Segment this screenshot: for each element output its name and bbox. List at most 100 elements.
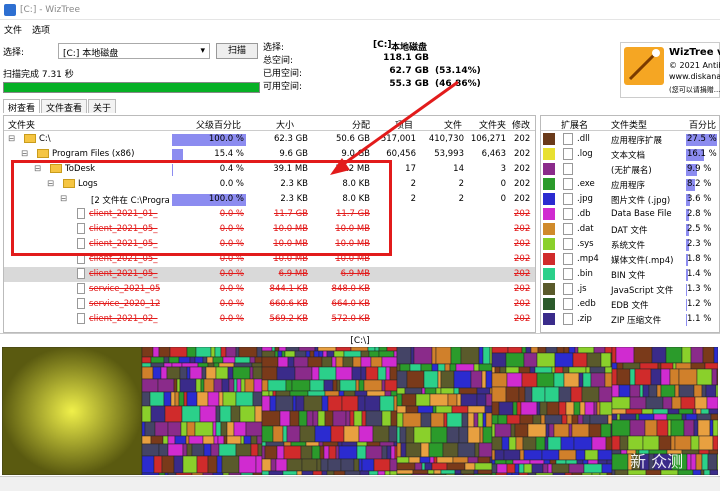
col-percent[interactable]: 百分比 [689,118,716,131]
treemap-block[interactable] [529,366,536,374]
treemap-block[interactable] [616,368,631,386]
treemap-block[interactable] [167,443,184,457]
treemap-block[interactable] [153,455,163,474]
treemap-block[interactable] [365,366,379,381]
treemap-block[interactable] [356,441,368,447]
treemap-block[interactable] [611,419,631,437]
treemap-block[interactable] [219,405,232,423]
treemap-block[interactable] [618,384,631,398]
treemap-block[interactable] [518,463,525,474]
treemap-block[interactable] [616,362,624,370]
treemap-block[interactable] [542,463,549,474]
treemap-block[interactable] [212,356,224,364]
treemap-block[interactable] [491,459,496,465]
treemap-block[interactable] [141,366,154,380]
treemap-block[interactable] [598,386,613,403]
treemap-block[interactable] [290,441,307,447]
treemap-block[interactable] [671,396,682,410]
treemap-block[interactable] [581,386,600,403]
treemap-block[interactable] [572,352,588,368]
treemap-block[interactable] [556,347,565,354]
treemap-block[interactable] [558,386,572,403]
treemap-block[interactable] [615,347,635,364]
treemap-block[interactable] [491,372,508,388]
treemap-block[interactable] [164,472,169,475]
treemap-block[interactable] [642,384,650,398]
treemap-block[interactable] [281,350,286,358]
treemap-block[interactable] [220,347,227,358]
treemap-block[interactable] [220,421,228,437]
treemap-block[interactable] [191,443,205,457]
treemap-block[interactable] [261,347,273,352]
treemap-block[interactable] [419,456,431,464]
treemap-block[interactable] [657,362,662,370]
treemap-block[interactable] [681,413,687,421]
treemap-block[interactable] [377,470,386,475]
treemap-block[interactable] [295,395,305,412]
treemap-block[interactable] [261,445,266,460]
treemap-block[interactable] [356,445,367,460]
treemap-block[interactable] [453,387,460,395]
treemap-block[interactable] [244,378,255,393]
treemap-block[interactable] [309,350,315,358]
col-folders[interactable]: 文件夹 [479,118,506,131]
treemap-block[interactable] [413,426,432,444]
treemap-block[interactable] [357,395,366,412]
treemap-block[interactable] [261,441,267,447]
treemap-block[interactable] [203,378,215,393]
treemap-block[interactable] [320,458,329,472]
treemap-block[interactable] [303,395,323,412]
treemap-block[interactable] [446,412,463,428]
treemap-block[interactable] [178,356,191,364]
treemap-block[interactable] [203,443,212,457]
treemap-block[interactable] [167,435,176,445]
treemap-block[interactable] [381,410,392,427]
treemap-block[interactable] [645,396,664,410]
treemap-block[interactable] [368,350,380,358]
list-item[interactable]: .sys 系统文件 2.3 % [541,237,719,252]
treemap-block[interactable] [275,395,294,412]
treemap-block[interactable] [665,347,683,364]
treemap-block[interactable] [478,442,493,458]
treemap-block[interactable] [477,456,491,464]
treemap-block[interactable] [305,441,320,447]
treemap-block[interactable] [544,436,549,451]
treemap-block[interactable] [589,414,609,425]
treemap-block-log[interactable] [2,347,143,475]
treemap-block[interactable] [401,393,417,407]
treemap-block[interactable] [563,372,580,388]
treemap-block[interactable] [604,372,613,388]
treemap-block[interactable] [530,347,539,354]
treemap-block[interactable] [566,414,573,425]
treemap-block[interactable] [157,378,175,393]
treemap-block[interactable] [435,405,453,414]
treemap-block[interactable] [222,472,230,475]
treemap-block[interactable] [396,363,401,372]
treemap-block[interactable] [330,425,345,443]
treemap-block[interactable] [279,410,291,427]
treemap-block[interactable] [324,390,340,397]
treemap-block[interactable] [337,441,343,447]
treemap-block[interactable] [235,443,252,457]
treemap-block[interactable] [544,414,563,425]
treemap-block[interactable] [343,425,360,443]
treemap-block[interactable] [178,391,185,407]
treemap-block[interactable] [457,442,476,458]
treemap-block[interactable] [527,472,537,475]
treemap-block[interactable] [587,459,599,465]
treemap-block[interactable] [319,445,325,460]
list-item[interactable]: .dat DAT 文件 2.5 % [541,222,719,237]
treemap-block[interactable] [335,356,344,368]
treemap-block[interactable] [421,387,426,395]
treemap-block[interactable] [431,462,448,471]
treemap-block[interactable] [562,366,570,374]
treemap-block[interactable] [390,410,398,427]
treemap-block[interactable] [529,459,545,465]
treemap-block[interactable] [353,410,363,427]
treemap-block[interactable] [249,356,256,364]
treemap-block[interactable] [399,426,407,444]
treemap-block[interactable] [571,414,579,425]
treemap-block[interactable] [173,378,178,393]
treemap-block[interactable] [265,441,285,447]
treemap-block[interactable] [393,441,398,447]
